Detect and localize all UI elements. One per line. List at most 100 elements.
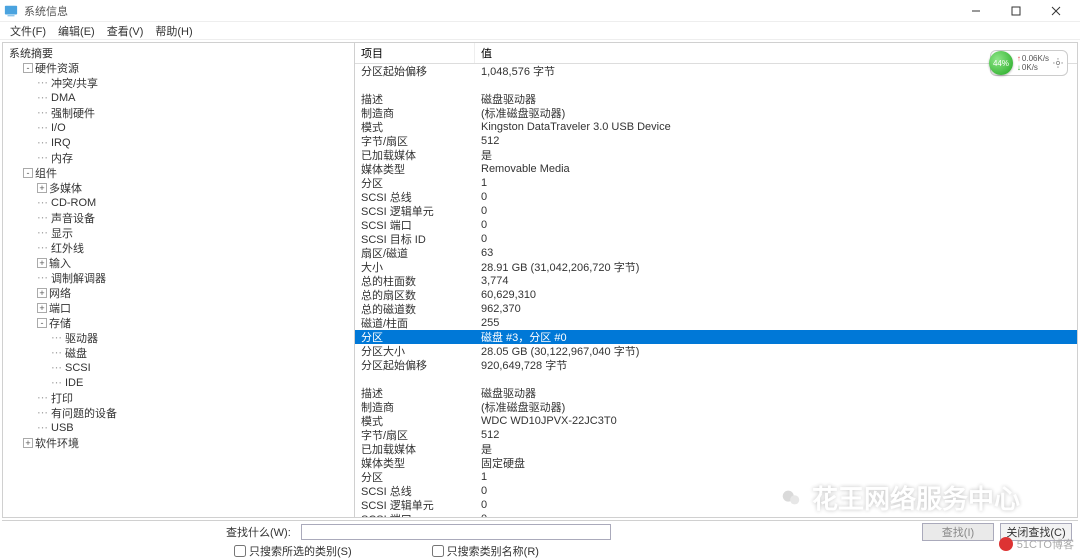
tree-node[interactable]: ⋯DMA [35,90,352,105]
tree-leaf-marker: ⋯ [37,241,48,254]
tree-node[interactable]: -组件 [21,165,352,180]
tree-node-label: 多媒体 [49,180,82,196]
menu-view[interactable]: 查看(V) [103,23,148,39]
tree-node[interactable]: +端口 [35,300,352,315]
tree-node-label: USB [51,422,74,434]
tree-node[interactable]: ⋯驱动器 [49,330,352,345]
detail-row[interactable]: 模式Kingston DataTraveler 3.0 USB Device [355,120,1077,134]
detail-row[interactable]: SCSI 总线0 [355,190,1077,204]
detail-row[interactable]: 媒体类型Removable Media [355,162,1077,176]
tree-node[interactable]: ⋯强制硬件 [35,105,352,120]
detail-value: 0 [475,191,1077,203]
detail-row[interactable]: 总的柱面数3,774 [355,274,1077,288]
tree-node[interactable]: ⋯SCSI [49,360,352,375]
detail-row[interactable]: SCSI 目标 ID0 [355,232,1077,246]
detail-row[interactable]: SCSI 逻辑单元0 [355,204,1077,218]
expand-icon[interactable]: + [23,438,33,448]
tree-node[interactable]: ⋯CD-ROM [35,195,352,210]
detail-row[interactable]: 大小28.91 GB (31,042,206,720 字节) [355,260,1077,274]
close-button[interactable] [1036,0,1076,22]
detail-row[interactable]: SCSI 端口0 [355,218,1077,232]
detail-row[interactable]: 分区磁盘 #3，分区 #0 [355,330,1077,344]
tree-node[interactable]: -硬件资源 [21,60,352,75]
download-speed: 0K/s [1017,63,1049,72]
tree-leaf-marker: ⋯ [51,346,62,359]
menu-help[interactable]: 帮助(H) [151,23,196,39]
detail-row[interactable]: 描述磁盘驱动器 [355,92,1077,106]
tree-node[interactable]: ⋯显示 [35,225,352,240]
detail-row[interactable]: 已加载媒体是 [355,148,1077,162]
tree-node[interactable]: ⋯打印 [35,390,352,405]
detail-row[interactable]: 扇区/磁道63 [355,246,1077,260]
detail-value: 1,048,576 字节 [475,63,1077,79]
minimize-button[interactable] [956,0,996,22]
badge-settings-icon[interactable] [1053,58,1063,68]
tree-leaf-marker: ⋯ [37,76,48,89]
tree-node[interactable]: +多媒体 [35,180,352,195]
tree-node[interactable]: -存储 [35,315,352,330]
tree-node[interactable]: ⋯I/O [35,120,352,135]
tree-node-label: 系统摘要 [9,45,53,61]
checkbox-selected-category-input[interactable] [234,545,246,557]
collapse-icon[interactable]: - [23,168,33,178]
tree-node[interactable]: ⋯磁盘 [49,345,352,360]
checkbox-category-names[interactable]: 只搜索类别名称(R) [428,543,543,559]
expand-icon[interactable]: + [37,183,47,193]
detail-row[interactable]: 分区起始偏移920,649,728 字节 [355,358,1077,372]
detail-row[interactable]: 总的磁道数962,370 [355,302,1077,316]
detail-row[interactable]: 制造商(标准磁盘驱动器) [355,106,1077,120]
tree-node[interactable]: ⋯IRQ [35,135,352,150]
network-monitor-badge[interactable]: 44% 0.06K/s 0K/s [990,50,1068,76]
detail-spacer [355,78,1077,92]
tree-node[interactable]: ⋯IDE [49,375,352,390]
tree-node[interactable]: +输入 [35,255,352,270]
header-column-item[interactable]: 项目 [355,43,475,63]
system-tree[interactable]: 系统摘要-硬件资源⋯冲突/共享⋯DMA⋯强制硬件⋯I/O⋯IRQ⋯内存-组件+多… [5,45,352,450]
checkbox-category-names-input[interactable] [432,545,444,557]
detail-row[interactable]: 分区1 [355,176,1077,190]
detail-pane[interactable]: 项目 值 分区起始偏移1,048,576 字节描述磁盘驱动器制造商(标准磁盘驱动… [355,43,1077,517]
detail-row[interactable]: 总的扇区数60,629,310 [355,288,1077,302]
tree-leaf-marker: ⋯ [51,331,62,344]
tree-node[interactable]: ⋯调制解调器 [35,270,352,285]
detail-rows[interactable]: 分区起始偏移1,048,576 字节描述磁盘驱动器制造商(标准磁盘驱动器)模式K… [355,64,1077,517]
checkbox-selected-category[interactable]: 只搜索所选的类别(S) [230,543,356,559]
search-input[interactable] [301,524,611,540]
detail-row[interactable]: 磁道/柱面255 [355,316,1077,330]
tree-pane[interactable]: 系统摘要-硬件资源⋯冲突/共享⋯DMA⋯强制硬件⋯I/O⋯IRQ⋯内存-组件+多… [3,43,355,517]
detail-row[interactable]: 分区起始偏移1,048,576 字节 [355,64,1077,78]
maximize-button[interactable] [996,0,1036,22]
detail-row[interactable]: 媒体类型固定硬盘 [355,456,1077,470]
collapse-icon[interactable]: - [37,318,47,328]
menu-edit[interactable]: 编辑(E) [54,23,99,39]
tree-node-label: IDE [65,377,83,389]
expand-icon[interactable]: + [37,303,47,313]
tree-node[interactable]: ⋯有问题的设备 [35,405,352,420]
tree-node[interactable]: ⋯USB [35,420,352,435]
find-button[interactable]: 查找(I) [922,523,994,541]
detail-key: 分区起始偏移 [355,357,475,373]
tree-node-label: 输入 [49,255,71,271]
tree-node[interactable]: 系统摘要 [7,45,352,60]
tree-node[interactable]: +网络 [35,285,352,300]
tree-node-label: 组件 [35,165,57,181]
detail-row[interactable]: 字节/扇区512 [355,134,1077,148]
detail-value: 60,629,310 [475,289,1077,301]
detail-row[interactable]: 制造商(标准磁盘驱动器) [355,400,1077,414]
expand-icon[interactable]: + [37,258,47,268]
tree-node[interactable]: ⋯冲突/共享 [35,75,352,90]
detail-row[interactable]: 字节/扇区512 [355,428,1077,442]
detail-row[interactable]: 分区大小28.05 GB (30,122,967,040 字节) [355,344,1077,358]
tree-node[interactable]: ⋯声音设备 [35,210,352,225]
detail-row[interactable]: 描述磁盘驱动器 [355,386,1077,400]
menu-file[interactable]: 文件(F) [6,23,50,39]
header-column-value[interactable]: 值 [475,43,1077,63]
detail-header[interactable]: 项目 值 [355,43,1077,64]
tree-node[interactable]: +软件环境 [21,435,352,450]
detail-row[interactable]: 已加载媒体是 [355,442,1077,456]
tree-node[interactable]: ⋯内存 [35,150,352,165]
detail-row[interactable]: 模式WDC WD10JPVX-22JC3T0 [355,414,1077,428]
collapse-icon[interactable]: - [23,63,33,73]
tree-node[interactable]: ⋯红外线 [35,240,352,255]
expand-icon[interactable]: + [37,288,47,298]
